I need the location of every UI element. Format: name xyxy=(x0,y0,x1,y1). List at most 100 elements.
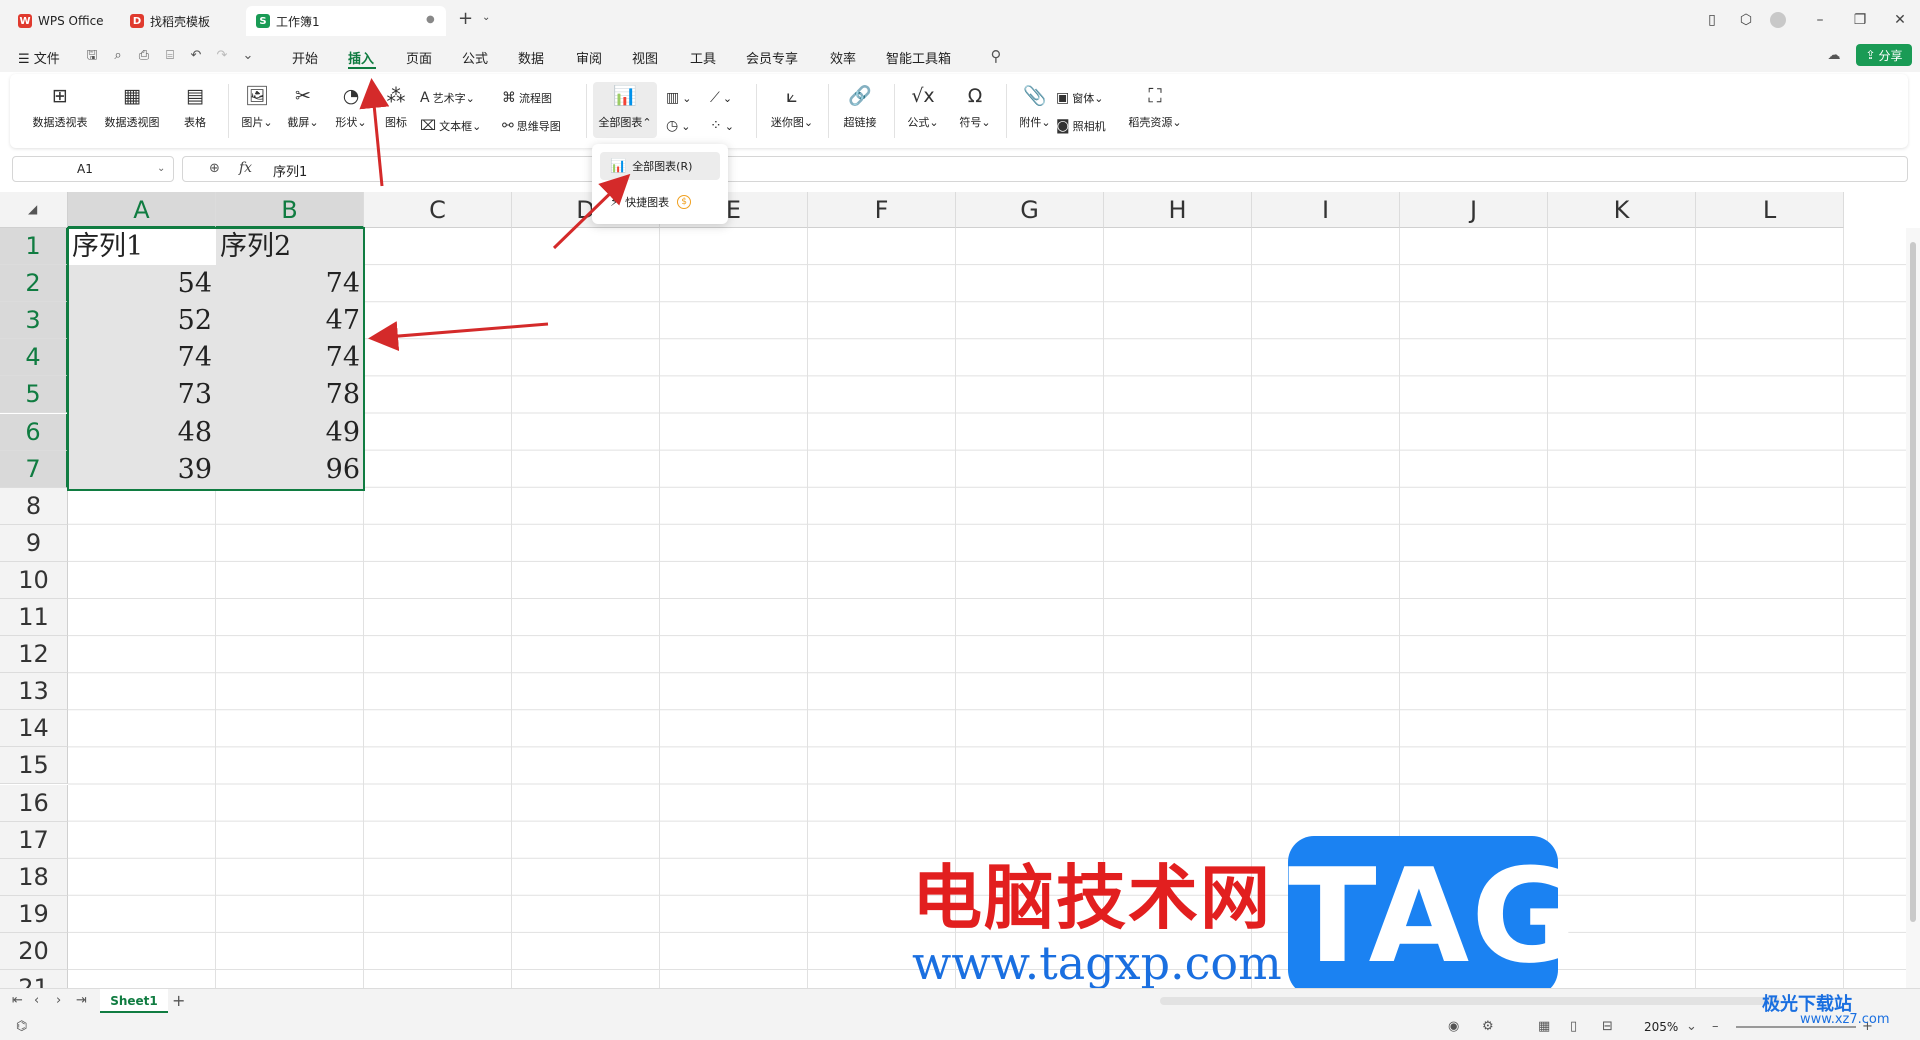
art-text-button[interactable]: A 艺术字 ⌄ xyxy=(420,88,475,108)
row-header-7[interactable]: 7 xyxy=(0,450,68,488)
tab-dot-icon[interactable]: ● xyxy=(426,14,435,25)
column-header-a[interactable]: A xyxy=(68,192,216,228)
select-all-corner[interactable]: ◢ xyxy=(0,192,68,228)
menu-formulas[interactable]: 公式 xyxy=(462,48,488,67)
camera-button[interactable]: ◙ 照相机 xyxy=(1056,116,1106,136)
menu-view[interactable]: 视图 xyxy=(632,48,658,67)
column-header-g[interactable]: G xyxy=(956,192,1104,228)
close-icon[interactable]: ✕ xyxy=(1890,10,1910,30)
row-header-9[interactable]: 9 xyxy=(0,524,68,562)
settings-icon[interactable]: ⚙ xyxy=(1482,1019,1494,1034)
tab-workbook1[interactable]: S 工作簿1 ● xyxy=(246,6,446,36)
zoom-formula-icon[interactable]: ⊕ xyxy=(209,161,220,176)
menu-item-quick-chart[interactable]: ⚡ 快捷图表 $ xyxy=(600,188,720,216)
row-header-6[interactable]: 6 xyxy=(0,413,68,451)
restore-icon[interactable]: ❐ xyxy=(1850,10,1870,30)
column-header-j[interactable]: J xyxy=(1400,192,1548,228)
hyperlink-button[interactable]: 🔗 超链接 xyxy=(832,84,888,138)
file-menu[interactable]: ☰ 文件 xyxy=(18,48,60,67)
pivot-table-button[interactable]: ⊞ 数据透视表 xyxy=(28,84,92,138)
row-header-8[interactable]: 8 xyxy=(0,487,68,525)
function-icon[interactable]: fx xyxy=(239,160,252,176)
horizontal-scrollbar[interactable] xyxy=(1160,997,1780,1005)
window-form-button[interactable]: ▣ 窗体 ⌄ xyxy=(1056,88,1103,108)
column-header-k[interactable]: K xyxy=(1548,192,1696,228)
tab-list-chevron-icon[interactable]: ⌄ xyxy=(482,12,490,23)
row-header-2[interactable]: 2 xyxy=(0,265,68,303)
column-header-b[interactable]: B xyxy=(216,192,364,228)
cloud-icon[interactable]: ☁ xyxy=(1826,48,1842,64)
minimize-icon[interactable]: – xyxy=(1810,10,1830,30)
new-tab-button[interactable]: + xyxy=(458,8,473,29)
column-header-f[interactable]: F xyxy=(808,192,956,228)
page-break-icon[interactable]: ⊟ xyxy=(1602,1019,1613,1034)
last-sheet-icon[interactable]: ⇥ xyxy=(76,993,87,1008)
vertical-scrollbar-track[interactable] xyxy=(1906,228,1920,988)
row-header-20[interactable]: 20 xyxy=(0,932,68,970)
table-button[interactable]: ▤ 表格 xyxy=(168,84,222,138)
row-header-5[interactable]: 5 xyxy=(0,376,68,414)
undo-icon[interactable]: ↶ xyxy=(188,48,204,64)
quick-access-chevron-icon[interactable]: ⌄ xyxy=(240,48,256,64)
row-header-11[interactable]: 11 xyxy=(0,599,68,636)
menu-smart-toolbox[interactable]: 智能工具箱 xyxy=(886,48,951,67)
symbol-button[interactable]: Ω 符号⌄ xyxy=(950,84,1000,138)
all-charts-button[interactable]: 📊 全部图表⌃ xyxy=(593,84,657,138)
row-header-17[interactable]: 17 xyxy=(0,821,68,859)
save-icon[interactable]: 🖫 xyxy=(84,48,100,64)
column-header-i[interactable]: I xyxy=(1252,192,1400,228)
sparkline-button[interactable]: ⟀ 迷你图⌄ xyxy=(762,84,822,138)
menu-page[interactable]: 页面 xyxy=(406,48,432,67)
print-preview-icon[interactable]: ⌸ xyxy=(162,48,178,64)
menu-item-all-charts[interactable]: 📊 全部图表(R) xyxy=(600,152,720,180)
row-header-15[interactable]: 15 xyxy=(0,747,68,785)
scatter-chart-dropdown[interactable]: ⁘ ⌄ xyxy=(710,116,734,136)
tab-wps-office[interactable]: W WPS Office xyxy=(8,6,116,36)
row-header-14[interactable]: 14 xyxy=(0,710,68,748)
chevron-down-icon[interactable]: ⌄ xyxy=(157,157,165,181)
column-header-c[interactable]: C xyxy=(364,192,512,228)
add-sheet-icon[interactable]: + xyxy=(172,991,185,1010)
shape-button[interactable]: ◔ 形状⌄ xyxy=(328,84,374,138)
macro-icon[interactable]: ⌬ xyxy=(16,1019,27,1034)
icon-button[interactable]: ⁂ 图标 xyxy=(376,84,416,138)
formula-button[interactable]: √x 公式⌄ xyxy=(898,84,948,138)
normal-view-icon[interactable]: ▦ xyxy=(1538,1019,1550,1034)
menu-data[interactable]: 数据 xyxy=(518,48,544,67)
menu-efficiency[interactable]: 效率 xyxy=(830,48,856,67)
share-button[interactable]: ⇪ 分享 xyxy=(1856,44,1912,66)
row-header-21[interactable]: 21 xyxy=(0,970,68,988)
next-sheet-icon[interactable]: › xyxy=(56,993,61,1008)
row-header-1[interactable]: 1 xyxy=(0,228,68,265)
attachment-button[interactable]: 📎 附件⌄ xyxy=(1010,84,1060,138)
formula-input[interactable]: ⊕ fx 序列1 xyxy=(182,156,1908,182)
page-layout-icon[interactable]: ▯ xyxy=(1570,1019,1577,1034)
menu-member[interactable]: 会员专享 xyxy=(746,48,798,67)
mind-map-button[interactable]: ⚯ 思维导图 xyxy=(502,116,561,136)
tab-docer-templates[interactable]: D 找稻壳模板 xyxy=(120,6,238,36)
column-header-h[interactable]: H xyxy=(1104,192,1252,228)
row-header-16[interactable]: 16 xyxy=(0,784,68,822)
sheet-tab-sheet1[interactable]: Sheet1 xyxy=(100,989,168,1013)
eye-protection-icon[interactable]: ◉ xyxy=(1448,1019,1459,1034)
column-header-l[interactable]: L xyxy=(1696,192,1844,228)
row-header-3[interactable]: 3 xyxy=(0,302,68,340)
layout-icon[interactable]: ▯ xyxy=(1702,10,1722,30)
row-header-10[interactable]: 10 xyxy=(0,561,68,599)
menu-home[interactable]: 开始 xyxy=(292,48,318,67)
row-header-12[interactable]: 12 xyxy=(0,636,68,674)
menu-review[interactable]: 审阅 xyxy=(576,48,602,67)
print-icon[interactable]: ⎙ xyxy=(136,48,152,64)
row-header-19[interactable]: 19 xyxy=(0,895,68,933)
row-header-13[interactable]: 13 xyxy=(0,673,68,711)
name-box[interactable]: A1 ⌄ xyxy=(12,156,174,182)
pie-chart-dropdown[interactable]: ◷ ⌄ xyxy=(666,116,690,136)
zoom-level[interactable]: 205% xyxy=(1644,1020,1678,1034)
row-header-4[interactable]: 4 xyxy=(0,339,68,377)
screenshot-button[interactable]: ✂ 截屏⌄ xyxy=(280,84,326,138)
avatar[interactable] xyxy=(1768,10,1788,30)
row-header-18[interactable]: 18 xyxy=(0,858,68,896)
line-chart-dropdown[interactable]: ⟋ ⌄ xyxy=(710,88,732,108)
menu-tools[interactable]: 工具 xyxy=(690,48,716,67)
prev-sheet-icon[interactable]: ‹ xyxy=(34,993,39,1008)
